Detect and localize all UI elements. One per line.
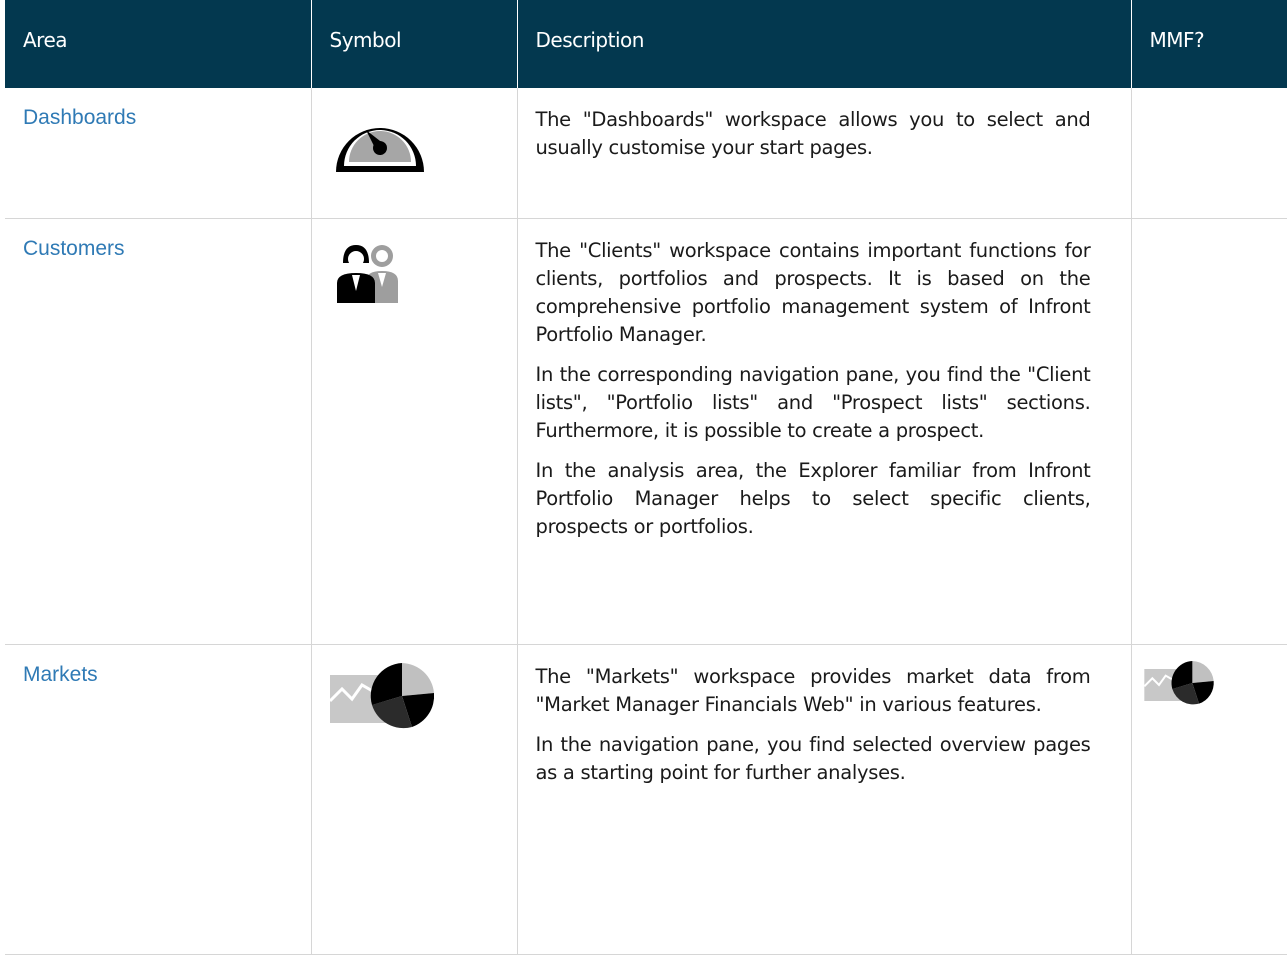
description-cell: The "Markets" workspace provides market … xyxy=(516,643,1132,955)
area-cell: Markets xyxy=(5,643,312,955)
area-cell: Customers xyxy=(5,217,312,645)
table-header-row: Area Symbol Description MMF? xyxy=(5,0,1287,88)
header-area: Area xyxy=(5,0,312,88)
area-link-customers[interactable]: Customers xyxy=(23,237,125,260)
description-paragraph: The "Markets" workspace provides market … xyxy=(535,664,1091,716)
description-cell: The "Clients" workspace contains importa… xyxy=(516,217,1132,645)
description-paragraph: In the navigation pane, you find selecte… xyxy=(535,732,1091,784)
mmf-cell xyxy=(1130,643,1287,955)
workspace-areas-table: Area Symbol Description MMF? Dashboards xyxy=(5,0,1287,955)
header-symbol: Symbol xyxy=(311,0,518,88)
description-paragraph: In the analysis area, the Explorer famil… xyxy=(535,458,1091,538)
markets-chart-icon xyxy=(329,662,434,728)
description-paragraph: In the corresponding navigation pane, yo… xyxy=(535,362,1091,442)
table-row: Markets The "Markets" workspace provides… xyxy=(5,643,1287,955)
symbol-cell xyxy=(310,217,518,645)
description-paragraph: The "Clients" workspace contains importa… xyxy=(535,238,1091,346)
symbol-cell xyxy=(310,643,518,955)
speedometer-icon xyxy=(335,128,424,172)
clients-icon xyxy=(336,244,398,303)
mmf-cell xyxy=(1130,217,1287,645)
area-cell: Dashboards xyxy=(5,88,312,219)
mmf-cell xyxy=(1130,88,1287,219)
symbol-cell xyxy=(310,88,518,219)
area-link-dashboards[interactable]: Dashboards xyxy=(23,106,136,129)
area-link-markets[interactable]: Markets xyxy=(23,663,98,686)
markets-chart-icon xyxy=(1143,660,1214,704)
description-cell: The "Dashboards" workspace allows you to… xyxy=(516,88,1132,219)
table-row: Customers The "Clients" workspace contai… xyxy=(5,217,1287,645)
header-description: Description xyxy=(517,0,1132,88)
description-paragraph: The "Dashboards" workspace allows you to… xyxy=(535,108,1091,159)
table-row: Dashboards The "Dashboards" workspace al… xyxy=(5,88,1287,219)
header-mmf: MMF? xyxy=(1131,0,1287,88)
